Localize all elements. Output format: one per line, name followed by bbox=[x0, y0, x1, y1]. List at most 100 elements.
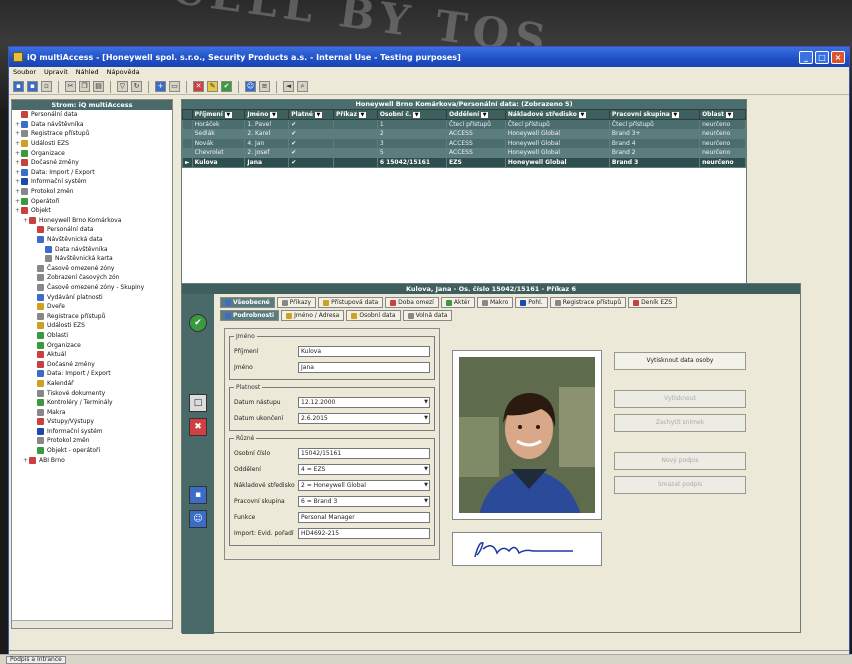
tree-item[interactable]: Události EZS bbox=[12, 321, 172, 331]
tree-expander-icon[interactable]: + bbox=[14, 198, 21, 205]
text-field[interactable]: Personal Manager bbox=[298, 511, 430, 523]
tree-item[interactable]: Personální data bbox=[12, 110, 172, 120]
tree-item[interactable]: + ABI Brno bbox=[12, 455, 172, 465]
tree-item[interactable]: Objekt - operátoři bbox=[12, 446, 172, 456]
tab[interactable]: Příkazy bbox=[276, 297, 317, 308]
tree-expander-icon[interactable]: + bbox=[14, 169, 21, 176]
column-header[interactable]: Platné ▼ bbox=[288, 109, 334, 120]
tab[interactable]: Všeobecné bbox=[220, 297, 275, 308]
maximize-button[interactable]: □ bbox=[815, 50, 829, 64]
tab[interactable]: Registrace přístupů bbox=[549, 297, 627, 308]
tree-item[interactable]: + Události EZS bbox=[12, 139, 172, 149]
column-header[interactable]: Oblast ▼ bbox=[699, 109, 746, 120]
tree-item[interactable]: Kontroléry / Terminály bbox=[12, 398, 172, 408]
edit-icon[interactable]: ✎ bbox=[207, 81, 218, 92]
tree-item[interactable]: Dočasné změny bbox=[12, 359, 172, 369]
text-field[interactable]: Jana bbox=[298, 361, 430, 373]
tree-item[interactable]: Zobrazení časových zón bbox=[12, 273, 172, 283]
tab[interactable]: Přístupová data bbox=[318, 297, 384, 308]
tab[interactable]: Deník EZS bbox=[628, 297, 678, 308]
dropdown-field[interactable]: 2.6.2015 bbox=[298, 412, 430, 424]
table-row[interactable]: ► Kulova Jana ✔ 6 15042/15161 EZS Honeywell Gl… bbox=[182, 157, 746, 168]
table-row[interactable]: Chevrolet 2. Josef ✔ 5 ACCESS Honeywell Globa… bbox=[182, 147, 746, 158]
column-filter-icon[interactable]: ▼ bbox=[726, 112, 734, 118]
back-icon[interactable]: ◄ bbox=[283, 81, 294, 92]
column-filter-icon[interactable]: ▼ bbox=[413, 112, 421, 118]
tree-item[interactable]: + Objekt bbox=[12, 206, 172, 216]
column-header[interactable]: Pracovní skupina ▼ bbox=[608, 109, 701, 120]
column-header[interactable]: Osobní č. ▼ bbox=[376, 109, 448, 120]
tab[interactable]: Osobní data bbox=[346, 310, 401, 321]
tree-item[interactable]: + Operátoři bbox=[12, 196, 172, 206]
tree-expander-icon[interactable]: + bbox=[14, 140, 21, 147]
tree-item[interactable]: + Protokol změn bbox=[12, 187, 172, 197]
tree-item[interactable]: Data návštěvníka bbox=[12, 244, 172, 254]
copy-icon[interactable]: ❐ bbox=[79, 81, 90, 92]
table-row[interactable]: Novák 4. Jan ✔ 3 ACCESS Honeywell Global Brand… bbox=[182, 138, 746, 149]
action-button[interactable]: Vytisknout data osoby bbox=[614, 352, 746, 370]
column-header[interactable]: Jméno ▼ bbox=[244, 109, 290, 120]
tree-item[interactable]: + Data: Import / Export bbox=[12, 168, 172, 178]
tree-item[interactable]: Oblasti bbox=[12, 331, 172, 341]
table-row[interactable]: Horáček 1. Pavel ✔ 1 Čtecí přístupů Čtecí pří… bbox=[182, 119, 746, 130]
minimize-button[interactable]: _ bbox=[799, 50, 813, 64]
column-header[interactable]: Příkaz ▼ bbox=[333, 109, 378, 120]
close-button[interactable]: × bbox=[831, 50, 845, 64]
save-icon[interactable]: ▪ bbox=[13, 81, 24, 92]
tree-item[interactable]: Registrace přístupů bbox=[12, 311, 172, 321]
tree-item[interactable]: Makra bbox=[12, 407, 172, 417]
confirm-icon[interactable]: ✔ bbox=[221, 81, 232, 92]
save-record-icon[interactable]: ▪ bbox=[189, 486, 207, 504]
tree-item[interactable]: Personální data bbox=[12, 225, 172, 235]
tree-expander-icon[interactable]: + bbox=[14, 150, 21, 157]
column-filter-icon[interactable]: ▼ bbox=[481, 112, 489, 118]
new-record-icon[interactable]: + bbox=[155, 81, 166, 92]
open-icon[interactable]: ▭ bbox=[169, 81, 180, 92]
user-icon[interactable]: ☺ bbox=[245, 81, 256, 92]
column-filter-icon[interactable]: ▼ bbox=[671, 112, 679, 118]
taskbar-item[interactable]: Podpis a Intrance bbox=[6, 656, 66, 664]
column-filter-icon[interactable]: ▼ bbox=[270, 112, 278, 118]
tree-item[interactable]: Časově omezené zóny bbox=[12, 264, 172, 274]
tree-item[interactable]: + Organizace bbox=[12, 148, 172, 158]
tree-item[interactable]: Aktuál bbox=[12, 350, 172, 360]
tab[interactable]: Doba omezí bbox=[385, 297, 439, 308]
properties-icon[interactable]: ≡ bbox=[259, 81, 270, 92]
action-button[interactable]: Vytisknout bbox=[614, 390, 746, 408]
save-all-icon[interactable]: ▪ bbox=[27, 81, 38, 92]
text-field[interactable]: 15042/15161 bbox=[298, 447, 430, 459]
action-button[interactable]: Smazat podpis bbox=[614, 476, 746, 494]
tree-item[interactable]: Vstupy/Výstupy bbox=[12, 417, 172, 427]
text-field[interactable]: HD4692-215 bbox=[298, 527, 430, 539]
tree-item[interactable]: Data: Import / Export bbox=[12, 369, 172, 379]
tree-item[interactable]: + Registrace přístupů bbox=[12, 129, 172, 139]
text-field[interactable]: Kulova bbox=[298, 345, 430, 357]
tab[interactable]: Makro bbox=[476, 297, 514, 308]
tree-item[interactable]: + Informační systém bbox=[12, 177, 172, 187]
tree-expander-icon[interactable]: + bbox=[22, 457, 29, 464]
action-button[interactable]: Zachytit snímek bbox=[614, 414, 746, 432]
confirm-check-icon[interactable]: ✔ bbox=[189, 314, 207, 332]
tree-expander-icon[interactable]: + bbox=[14, 130, 21, 137]
tab[interactable]: Jméno / Adresa bbox=[281, 310, 345, 321]
table-row[interactable]: Sedlák 2. Karel ✔ 2 ACCESS Honeywell Global Br… bbox=[182, 128, 746, 139]
tree-expander-icon[interactable]: + bbox=[14, 178, 21, 185]
tree-item[interactable]: Tiskové dokumenty bbox=[12, 388, 172, 398]
user-card-icon[interactable]: ☺ bbox=[189, 510, 207, 528]
tree-expander-icon[interactable]: + bbox=[22, 217, 29, 224]
tree-item[interactable]: + Dočasné změny bbox=[12, 158, 172, 168]
tree-expander-icon[interactable]: + bbox=[14, 159, 21, 166]
tree-item[interactable]: Dveře bbox=[12, 302, 172, 312]
tree-item[interactable]: + Honeywell Brno Komárkova bbox=[12, 216, 172, 226]
tree-expander-icon[interactable]: + bbox=[14, 207, 21, 214]
column-filter-icon[interactable]: ▼ bbox=[358, 112, 366, 118]
column-header[interactable]: Oddělení ▼ bbox=[446, 109, 506, 120]
column-header[interactable]: Příjmení ▼ bbox=[191, 109, 246, 120]
refresh-icon[interactable]: ↻ bbox=[131, 81, 142, 92]
search-icon[interactable]: ⌕ bbox=[297, 81, 308, 92]
tree-item[interactable]: Návštěvnická data bbox=[12, 235, 172, 245]
new-icon[interactable]: □ bbox=[189, 394, 207, 412]
tree-item[interactable]: Časově omezené zóny - Skupiny bbox=[12, 283, 172, 293]
dropdown-field[interactable]: 2 = Honeywell Global bbox=[298, 479, 430, 491]
tree-horizontal-scrollbar[interactable] bbox=[12, 620, 172, 628]
